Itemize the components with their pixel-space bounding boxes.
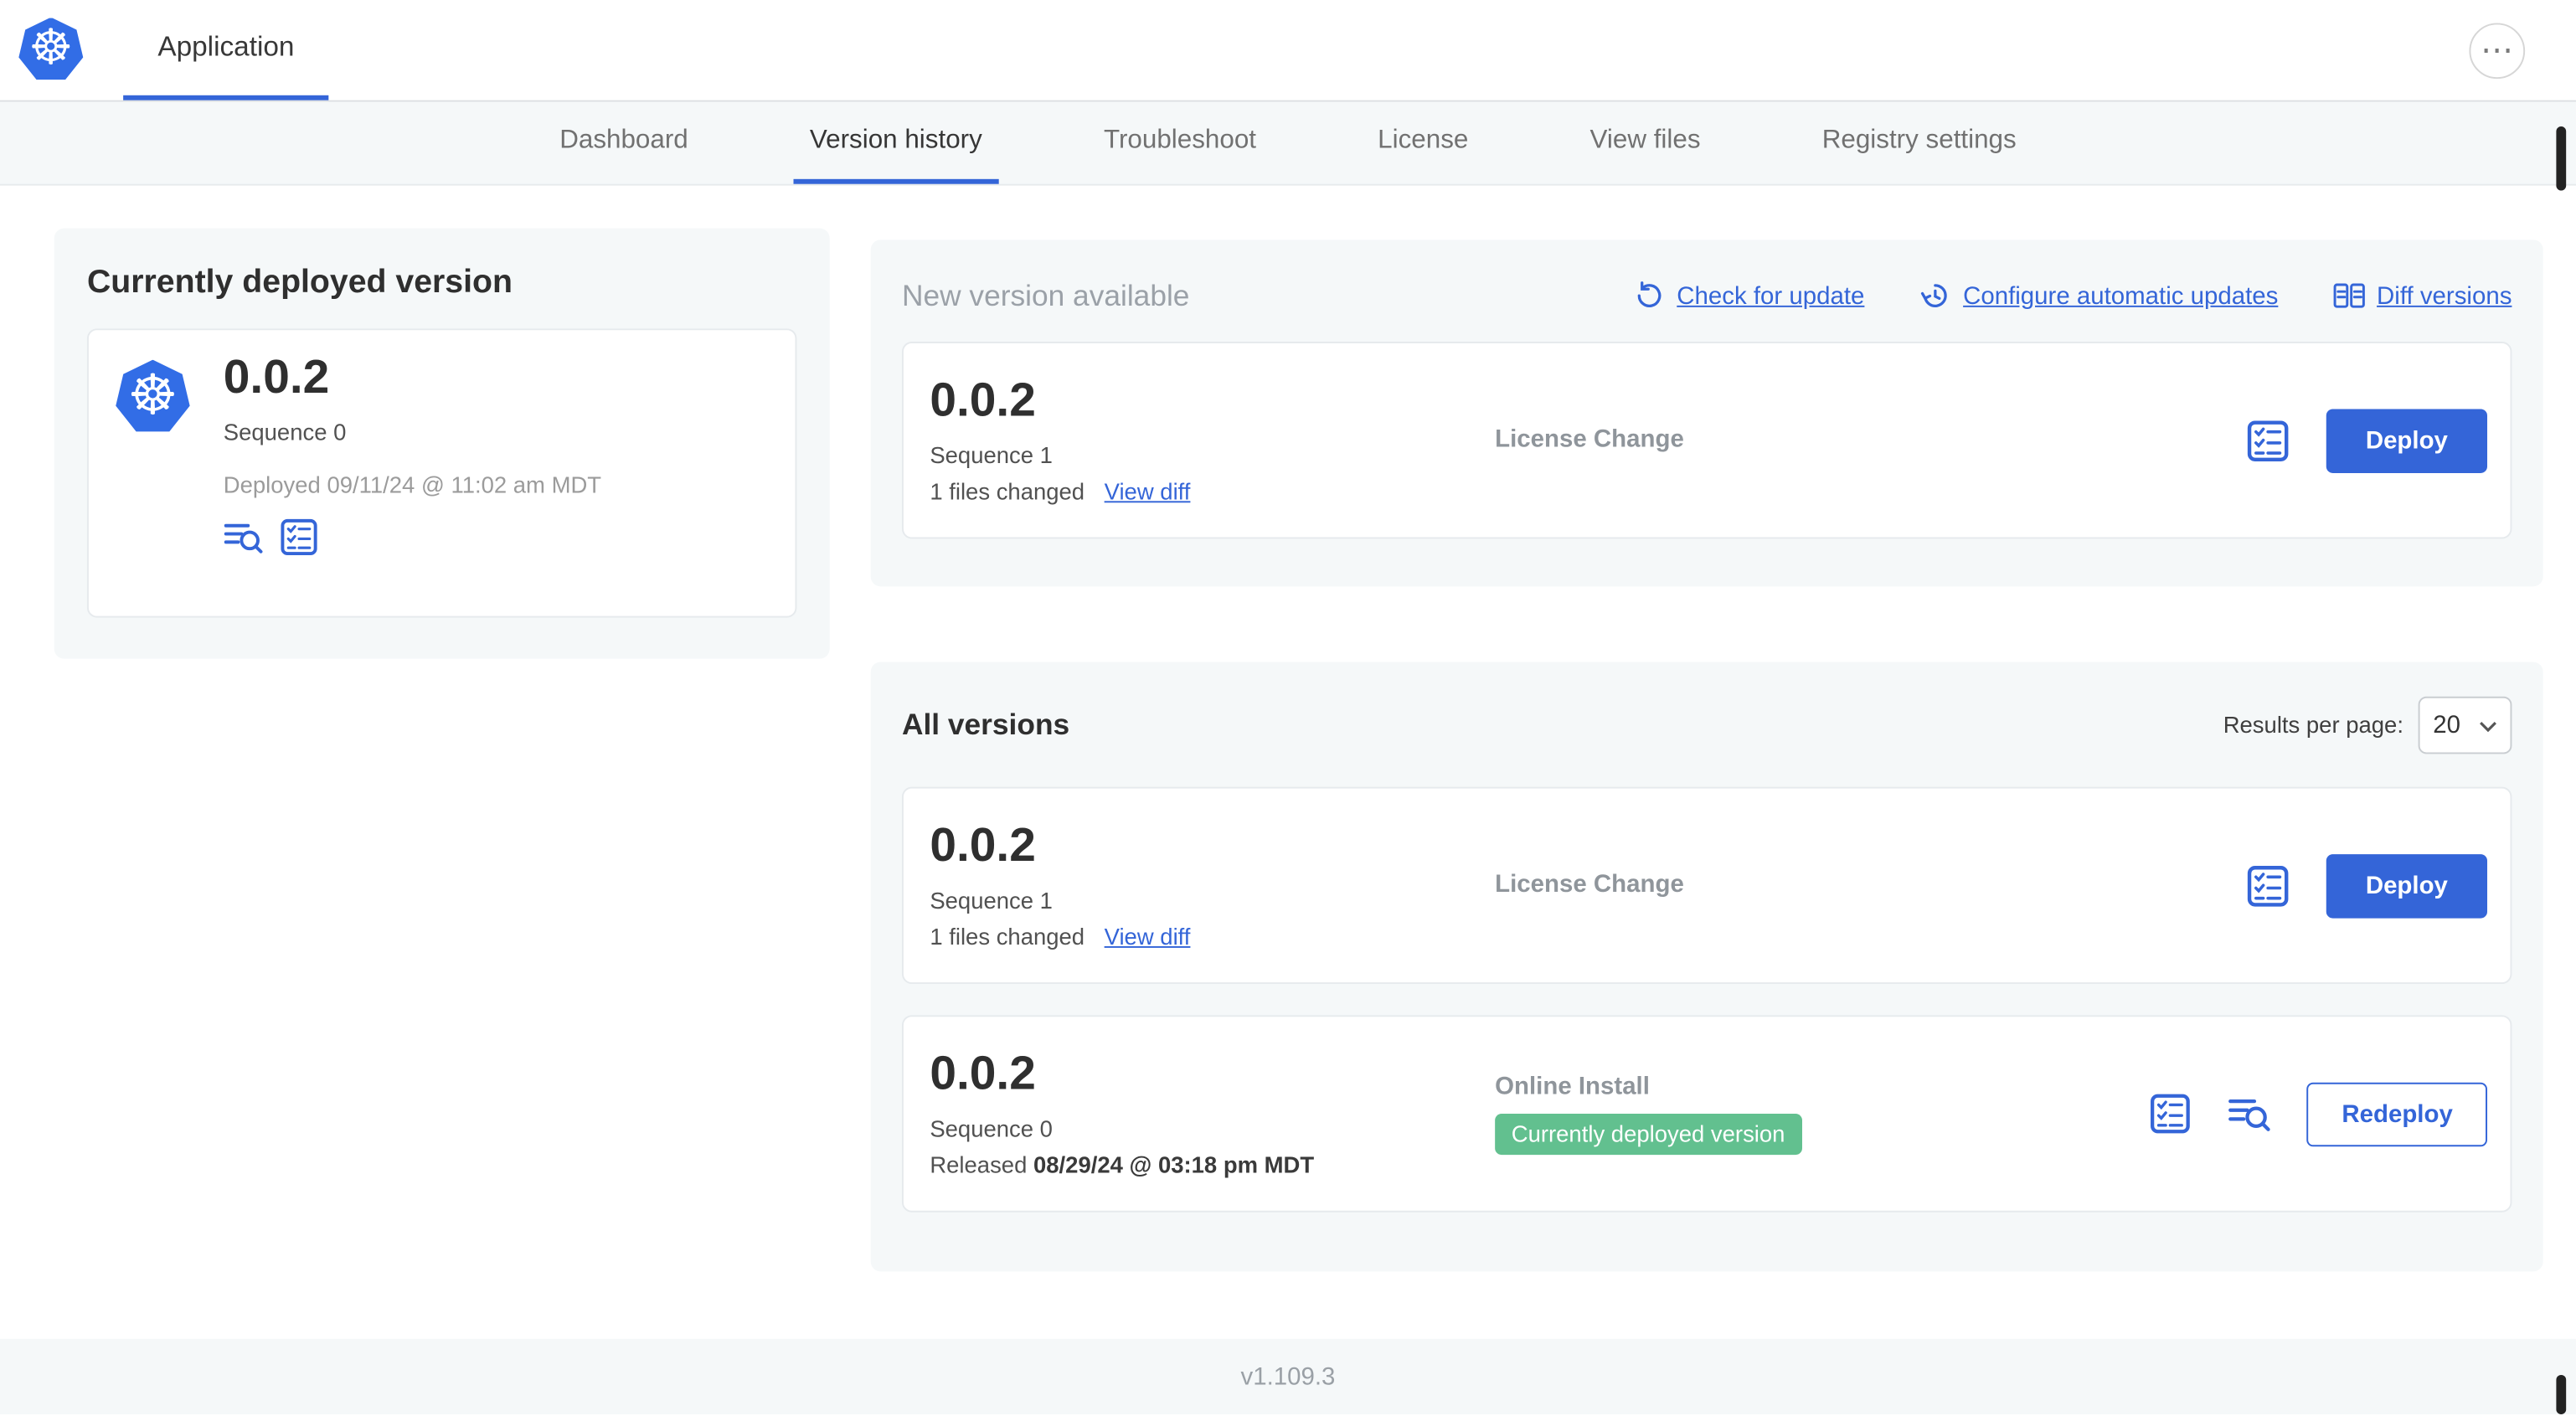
main-content: Currently deployed version ☸ 0.0.2 Seque… <box>0 185 2576 1339</box>
currently-deployed-card: ☸ 0.0.2 Sequence 0 Deployed 09/11/24 @ 1… <box>86 328 797 618</box>
currently-deployed-title: Currently deployed version <box>86 264 513 301</box>
files-changed-label: 1 files changed <box>930 923 1085 950</box>
version-number: 0.0.2 <box>223 351 330 404</box>
check-for-update-link[interactable]: Check for update <box>1632 279 1864 312</box>
preflight-checklist-icon[interactable] <box>2246 863 2290 908</box>
new-version-panel: New version available Check for update C… <box>870 239 2543 587</box>
all-versions-panel: All versions Results per page: 20 0.0.2 … <box>870 662 2543 1272</box>
sequence-label: Sequence 0 <box>223 419 347 445</box>
diff-versions-link[interactable]: Diff versions <box>2332 279 2512 312</box>
configure-automatic-updates-link[interactable]: Configure automatic updates <box>1919 279 2278 312</box>
check-for-update-label: Check for update <box>1677 281 1865 310</box>
tab-label: License <box>1378 126 1469 154</box>
new-version-card: 0.0.2 Sequence 1 1 files changed View di… <box>901 342 2512 539</box>
top-header: ☸ Application ⋯ <box>0 0 2576 102</box>
release-notes-icon[interactable] <box>2228 1093 2271 1135</box>
version-number: 0.0.2 <box>930 1048 1036 1101</box>
preflight-checklist-icon[interactable] <box>2150 1093 2192 1135</box>
version-source-label: License Change <box>1495 870 1684 899</box>
view-diff-link[interactable]: View diff <box>1105 478 1191 504</box>
preflight-checklist-icon[interactable] <box>279 517 318 557</box>
helm-wheel-glyph: ☸ <box>28 20 74 75</box>
right-column: New version available Check for update C… <box>870 239 2543 1272</box>
tab-license[interactable]: License <box>1362 102 1485 184</box>
kubernetes-logo-icon: ☸ <box>18 17 84 80</box>
results-per-page-select[interactable]: 20 <box>2418 695 2512 754</box>
version-source-label: Online Install <box>1495 1073 1650 1101</box>
preflight-checklist-icon[interactable] <box>2246 418 2290 462</box>
diff-versions-label: Diff versions <box>2377 281 2512 310</box>
sequence-label: Sequence 1 <box>930 441 1053 468</box>
app-tab-label: Application <box>157 31 295 63</box>
tab-version-history[interactable]: Version history <box>793 102 999 184</box>
tab-label: Dashboard <box>559 126 688 154</box>
version-row: 0.0.2 Sequence 1 1 files changed View di… <box>901 786 2512 985</box>
tab-label: Version history <box>809 126 982 154</box>
tab-label: Troubleshoot <box>1103 126 1256 154</box>
tab-dashboard[interactable]: Dashboard <box>544 102 705 184</box>
auto-update-clock-icon <box>1919 279 1951 312</box>
new-version-heading: New version available <box>901 278 1190 312</box>
version-number: 0.0.2 <box>930 819 1036 873</box>
view-diff-link[interactable]: View diff <box>1105 923 1191 949</box>
currently-deployed-panel: Currently deployed version ☸ 0.0.2 Seque… <box>54 228 830 659</box>
results-per-page-label: Results per page: <box>2223 711 2403 738</box>
tab-troubleshoot[interactable]: Troubleshoot <box>1087 102 1272 184</box>
version-row: 0.0.2 Sequence 0 Released 08/29/24 @ 03:… <box>901 1015 2512 1213</box>
footer: v1.109.3 <box>0 1338 2576 1415</box>
all-versions-heading: All versions <box>901 707 1070 740</box>
tab-registry-settings[interactable]: Registry settings <box>1806 102 2032 184</box>
helm-wheel-glyph: ☸ <box>127 364 178 428</box>
released-timestamp: Released 08/29/24 @ 03:18 pm MDT <box>930 1151 1315 1178</box>
scrollbar-thumb[interactable] <box>2556 1374 2567 1415</box>
deploy-button[interactable]: Deploy <box>2326 853 2488 918</box>
app-nav: Dashboard Version history Troubleshoot L… <box>0 101 2576 186</box>
refresh-icon <box>1632 279 1665 312</box>
sequence-label: Sequence 0 <box>930 1115 1053 1142</box>
version-number: 0.0.2 <box>930 374 1036 428</box>
deployed-timestamp: Deployed 09/11/24 @ 11:02 am MDT <box>223 471 602 498</box>
tab-label: Registry settings <box>1821 126 2017 154</box>
ellipsis-icon: ⋯ <box>2481 32 2514 69</box>
more-menu-button[interactable]: ⋯ <box>2469 22 2526 79</box>
sequence-label: Sequence 1 <box>930 887 1053 914</box>
tab-view-files[interactable]: View files <box>1574 102 1717 184</box>
currently-deployed-badge: Currently deployed version <box>1495 1114 1802 1155</box>
admin-console: ☸ Application ⋯ Dashboard Version histor… <box>0 0 2576 1416</box>
files-changed-label: 1 files changed <box>930 477 1085 505</box>
results-per-page-value: 20 <box>2433 710 2461 739</box>
tab-application[interactable]: Application <box>123 0 329 100</box>
redeploy-button[interactable]: Redeploy <box>2307 1081 2488 1146</box>
diff-icon <box>2332 279 2365 312</box>
configure-automatic-updates-label: Configure automatic updates <box>1963 281 2279 310</box>
deploy-button[interactable]: Deploy <box>2326 408 2488 472</box>
chevron-down-icon <box>2479 710 2497 738</box>
tab-label: View files <box>1589 126 1701 154</box>
release-notes-icon[interactable] <box>224 517 263 557</box>
console-version-label: v1.109.3 <box>1240 1362 1336 1391</box>
kubernetes-logo-icon: ☸ <box>116 359 190 432</box>
version-source-label: License Change <box>1495 425 1684 454</box>
scrollbar-thumb[interactable] <box>2556 126 2567 191</box>
